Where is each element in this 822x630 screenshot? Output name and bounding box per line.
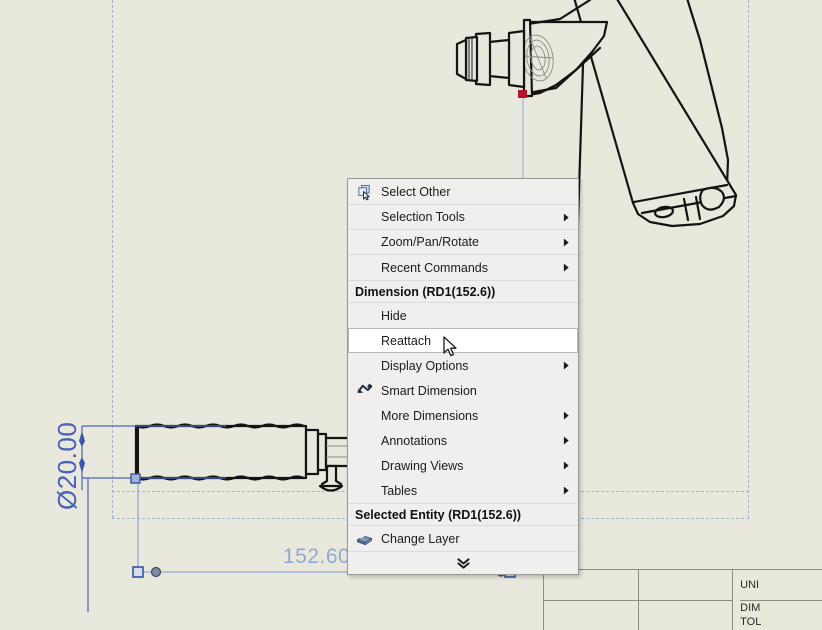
dimension-length-label[interactable]: 152.60 xyxy=(283,545,350,569)
title-block-tol-label: TOL xyxy=(740,615,762,628)
menu-item-label: Selection Tools xyxy=(381,210,465,224)
chevron-double-down-icon[interactable] xyxy=(348,551,578,574)
menu-section-header-label: Selected Entity (RD1(152.6)) xyxy=(355,507,522,522)
menu-section-header: Selected Entity (RD1(152.6)) xyxy=(348,503,578,526)
menu-item-annotations[interactable]: Annotations xyxy=(348,428,578,453)
menu-item-label: Zoom/Pan/Rotate xyxy=(381,235,479,249)
menu-item-label: Hide xyxy=(381,308,407,323)
menu-item-more-dimensions[interactable]: More Dimensions xyxy=(348,403,578,428)
menu-item-tables[interactable]: Tables xyxy=(348,478,578,503)
submenu-arrow-icon xyxy=(560,213,572,222)
menu-item-label: Drawing Views xyxy=(381,458,464,473)
menu-item-display-options[interactable]: Display Options xyxy=(348,353,578,378)
drawing-canvas[interactable]: .blk{fill:none;stroke:#141414;stroke-wid… xyxy=(0,0,822,630)
menu-item-reattach[interactable]: Reattach xyxy=(348,328,578,353)
selected-vertex xyxy=(518,90,527,98)
menu-item-change-layer[interactable]: Change Layer xyxy=(348,526,578,551)
menu-item-label: Reattach xyxy=(381,333,432,348)
menu-item-label: Annotations xyxy=(381,433,448,448)
attachment-handle-a xyxy=(130,473,141,484)
dimension-midpoint-handle xyxy=(150,566,162,578)
menu-item-label: Select Other xyxy=(381,185,451,199)
title-block-cell-2-1 xyxy=(544,600,638,630)
submenu-arrow-icon xyxy=(560,238,572,247)
change-layer-icon xyxy=(354,530,374,548)
sheet-guide-left xyxy=(112,0,113,518)
sheet-guide-right xyxy=(748,0,749,518)
title-block-cell-2-2 xyxy=(638,600,733,630)
title-block-tolerance-block: DIM TOL xyxy=(740,600,822,630)
menu-item-label: More Dimensions xyxy=(381,408,479,423)
title-block-units-label: UNI xyxy=(740,579,760,591)
smart-dimension-icon xyxy=(354,382,374,400)
menu-item-selection-tools[interactable]: Selection Tools xyxy=(348,205,578,230)
title-block-column-2 xyxy=(638,570,734,630)
submenu-arrow-icon xyxy=(560,361,572,370)
menu-item-zoom-pan-rotate[interactable]: Zoom/Pan/Rotate xyxy=(348,230,578,255)
dimension-diameter-label[interactable]: Ø20.00 xyxy=(52,422,83,510)
menu-item-select-other[interactable]: Select Other xyxy=(348,180,578,205)
menu-item-smart-dimension[interactable]: Smart Dimension xyxy=(348,378,578,403)
context-menu[interactable]: Select Other Selection Tools Zoom/Pan/Rota… xyxy=(347,178,579,575)
submenu-arrow-icon xyxy=(560,486,572,495)
mouse-pointer-icon xyxy=(443,336,457,357)
menu-item-drawing-views[interactable]: Drawing Views xyxy=(348,453,578,478)
submenu-arrow-icon xyxy=(560,263,572,272)
title-block-dim-label: DIM xyxy=(740,601,761,614)
menu-item-hide[interactable]: Hide xyxy=(348,303,578,328)
title-block-column-1 xyxy=(544,570,639,630)
menu-section-header-label: Dimension (RD1(152.6)) xyxy=(355,284,496,299)
title-block-table[interactable]: UNI DIM TOL xyxy=(543,569,822,630)
submenu-arrow-icon xyxy=(560,436,572,445)
submenu-arrow-icon xyxy=(560,411,572,420)
menu-item-label: Tables xyxy=(381,483,418,498)
select-other-icon xyxy=(354,183,374,201)
menu-item-label: Display Options xyxy=(381,358,469,373)
menu-item-recent-commands[interactable]: Recent Commands xyxy=(348,255,578,280)
menu-section-header: Dimension (RD1(152.6)) xyxy=(348,280,578,303)
title-block-column-3: UNI DIM TOL xyxy=(733,570,822,630)
menu-item-label: Recent Commands xyxy=(381,260,488,275)
submenu-arrow-icon xyxy=(560,461,572,470)
menu-item-label: Change Layer xyxy=(381,531,460,546)
dimension-handle-left xyxy=(132,566,144,578)
menu-item-label: Smart Dimension xyxy=(381,383,477,398)
title-block-cell-1-2 xyxy=(639,570,733,600)
